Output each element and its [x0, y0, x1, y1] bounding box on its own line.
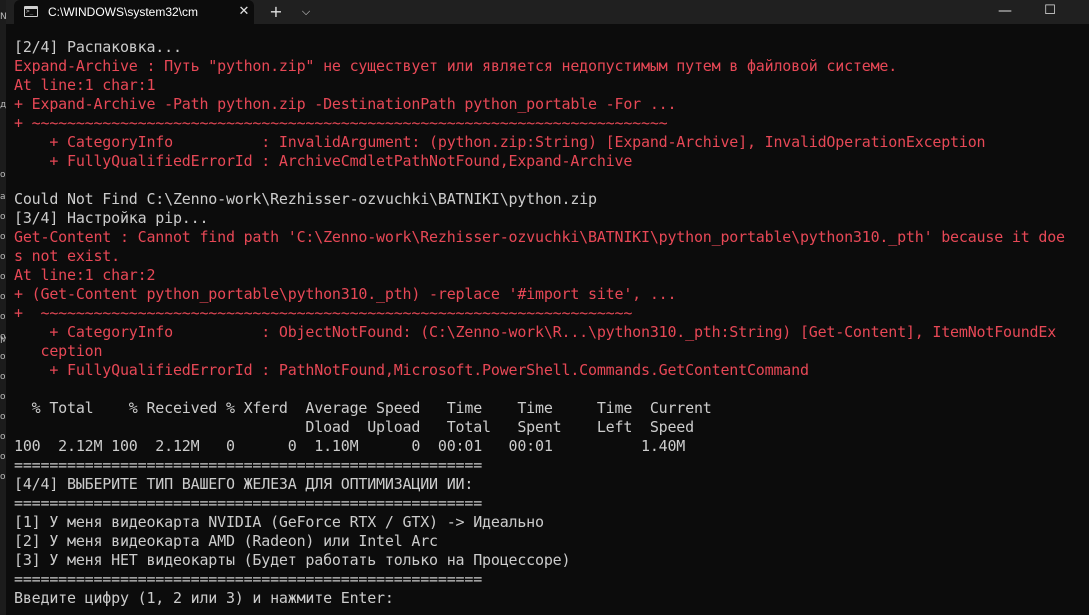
console-error-line: Get-Content : Cannot find path 'C:\Zenno…	[14, 228, 1065, 246]
background-window-glyph: а	[0, 192, 6, 202]
background-window-glyph: о	[0, 212, 6, 222]
background-window-glyph: о	[0, 232, 6, 242]
console-error-line: + ~~~~~~~~~~~~~~~~~~~~~~~~~~~~~~~~~~~~~~…	[14, 114, 668, 132]
console-line: [3/4] Настройка pip...	[14, 209, 209, 227]
console-error-line: + FullyQualifiedErrorId : PathNotFound,M…	[14, 361, 809, 379]
maximize-icon[interactable]: ☐	[1036, 2, 1064, 22]
console-error-line: Expand-Archive : Путь "python.zip" не су…	[14, 57, 898, 75]
plus-icon[interactable]: +	[266, 2, 286, 22]
background-window-glyph: о	[0, 292, 6, 302]
console-line: % Total % Received % Xferd Average Speed…	[14, 399, 712, 417]
console-line: [4/4] ВЫБЕРИТЕ ТИП ВАШЕГО ЖЕЛЕЗА ДЛЯ ОПТ…	[14, 475, 474, 493]
background-window-glyph: о	[0, 372, 6, 382]
minimize-icon[interactable]: —	[991, 2, 1019, 22]
background-window-glyph: о	[0, 432, 6, 442]
background-window-edge: NдоаооооооооМоооооо	[0, 0, 6, 615]
console-line: Введите цифру (1, 2 или 3) и нажмите Ent…	[14, 589, 394, 607]
title-bar: C:\WINDOWS\system32\cmd.e ✕ + ⌵ — ☐	[6, 0, 1089, 24]
background-window-glyph: о	[0, 312, 6, 322]
console-error-line: At line:1 char:2	[14, 266, 156, 284]
console-error-line: At line:1 char:1	[14, 76, 156, 94]
chevron-down-icon[interactable]: ⌵	[296, 2, 316, 22]
console-error-line: + CategoryInfo : InvalidArgument: (pytho…	[14, 133, 986, 151]
background-window-glyph: о	[0, 452, 6, 462]
console-line: [2] У меня видеокарта AMD (Radeon) или I…	[14, 532, 438, 550]
background-window-glyph: о	[0, 392, 6, 402]
console-output[interactable]: [2/4] Распаковка... Expand-Archive : Путь…	[14, 38, 1086, 610]
console-error-line: + ~~~~~~~~~~~~~~~~~~~~~~~~~~~~~~~~~~~~~~…	[14, 304, 633, 322]
background-window-glyph: о	[0, 252, 6, 262]
console-line: [1] У меня видеокарта NVIDIA (GeForce RT…	[14, 513, 544, 531]
terminal-window: NдоаооооооооМоооооо C:\WINDOWS\system32\…	[0, 0, 1089, 615]
console-line: 100 2.12M 100 2.12M 0 0 1.10M 0 00:01 00…	[14, 437, 686, 455]
background-window-glyph: о	[0, 352, 6, 362]
console-line: [2/4] Распаковка...	[14, 38, 182, 56]
background-window-glyph: М	[0, 336, 6, 346]
console-line: ========================================…	[14, 494, 483, 512]
console-error-line: ception	[14, 342, 103, 360]
console-error-line: + (Get-Content python_portable\python310…	[14, 285, 677, 303]
terminal-icon	[24, 6, 38, 17]
console-error-line: + Expand-Archive -Path python.zip -Desti…	[14, 95, 677, 113]
console-line: [3] У меня НЕТ видеокарты (Будет работат…	[14, 551, 571, 569]
tab-title: C:\WINDOWS\system32\cmd.e	[48, 5, 198, 19]
background-window-glyph: о	[0, 412, 6, 422]
tab-cmd[interactable]: C:\WINDOWS\system32\cmd.e ✕	[14, 0, 254, 24]
console-error-line: s not exist.	[14, 247, 120, 265]
console-error-line: + FullyQualifiedErrorId : ArchiveCmdletP…	[14, 152, 633, 170]
console-error-line: + CategoryInfo : ObjectNotFound: (C:\Zen…	[14, 323, 1057, 341]
console-line: ========================================…	[14, 570, 483, 588]
console-line: ========================================…	[14, 456, 483, 474]
console-line: Dload Upload Total Spent Left Speed	[14, 418, 694, 436]
console-line: Could Not Find C:\Zenno-work\Rezhisser-o…	[14, 190, 597, 208]
background-window-glyph: о	[0, 472, 6, 482]
background-window-glyph: о	[0, 170, 6, 180]
close-icon[interactable]: ✕	[236, 4, 252, 20]
background-window-glyph: о	[0, 272, 6, 282]
background-window-glyph: д	[0, 100, 6, 110]
